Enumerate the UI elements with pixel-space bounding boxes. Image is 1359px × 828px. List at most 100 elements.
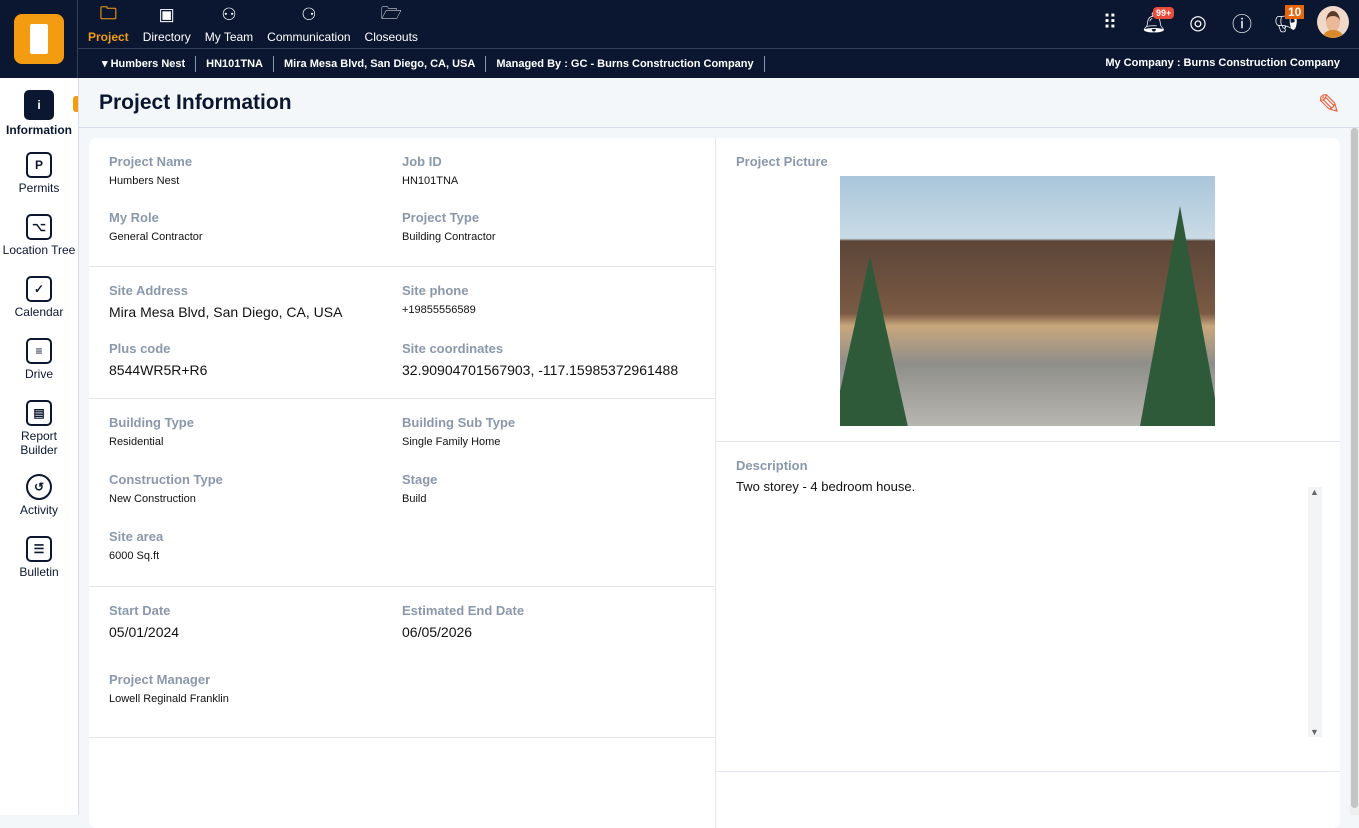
value: +19855556589 [402,304,476,316]
scroll-down-icon[interactable]: ▼ [1310,727,1319,737]
nav-label: Closeouts [364,30,418,44]
value: Single Family Home [402,436,501,448]
label: Building Type [109,415,194,430]
nav-communication[interactable]: ⚆ Communication [267,4,350,44]
tree-shape [1140,206,1215,426]
sidebar-item-label: Information [6,123,72,137]
nav-my-team[interactable]: ⚇ My Team [205,4,253,44]
section-schedule: Start Date 05/01/2024 Estimated End Date 0… [89,587,715,738]
help-icon[interactable]: ⓘ [1229,9,1255,36]
sidebar-item-label: Permits [18,181,60,195]
folder-check-icon: 🗁 [380,3,402,23]
sidebar-item-information[interactable]: i Information [0,78,78,140]
chatbot-icon[interactable]: ◎ [1185,9,1211,35]
sidebar-item-drive[interactable]: ≡ Drive [0,326,78,388]
project-picture-section: Project Picture [716,138,1340,442]
edit-pencil-icon[interactable]: ✎ [1318,88,1341,121]
top-bar: 🗀 Project ▣ Directory ⚇ My Team ⚆ Communicat… [0,0,1359,78]
project-picture[interactable] [840,176,1215,426]
project-selector[interactable]: ▾ Humbers Nest [100,56,197,72]
sidebar-item-calendar[interactable]: ✓ Calendar [0,264,78,326]
history-icon: ↺ [26,474,52,500]
field-plus-code: Plus code 8544WR5R+R6 [109,341,402,383]
breadcrumb-managed-by: Managed By : GC - Burns Construction Com… [486,56,765,72]
app-logo[interactable] [0,0,78,78]
nav-closeouts[interactable]: 🗁 Closeouts [364,3,418,45]
label: Site area [109,529,164,544]
description-text[interactable]: Two storey - 4 bedroom house. [736,479,1320,494]
label: Building Sub Type [402,415,516,430]
nav-project[interactable]: 🗀 Project [88,3,129,45]
main-nav: 🗀 Project ▣ Directory ⚇ My Team ⚆ Communicat… [88,3,418,45]
field-project-name: Project Name Humbers Nest [109,154,402,194]
label: Site phone [402,283,469,298]
sidebar-item-location-tree[interactable]: ⌥ Location Tree [0,202,78,264]
location-tree-icon: ⌥ [26,214,52,240]
field-site-coordinates: Site coordinates 32.90904701567903, -117.… [402,341,695,383]
permit-icon: P [26,152,52,178]
notification-badge: 99+ [1153,7,1175,19]
report-icon: ▤ [26,400,52,426]
label: Site Address [109,283,188,298]
value: General Contractor [109,231,203,243]
field-my-role: My Role General Contractor [109,210,402,250]
my-company: My Company : Burns Construction Company [1105,57,1340,69]
breadcrumb-job-id: HN101TNA [196,56,275,72]
value: Build [402,493,427,505]
sidebar-item-report-builder[interactable]: ▤ Report Builder [0,388,78,462]
scroll-up-icon[interactable]: ▲ [1310,487,1319,497]
divider [78,48,1359,49]
description-section: Description Two storey - 4 bedroom house… [716,442,1340,772]
section-building: Building Type Residential Building Sub Ty… [89,399,715,587]
field-building-type: Building Type Residential [109,415,402,456]
sidebar-item-activity[interactable]: ↺ Activity [0,462,78,524]
value: 06/05/2026 [402,624,473,640]
field-job-id: Job ID HN101TNA [402,154,695,194]
field-project-type: Project Type Building Contractor [402,210,695,250]
info-icon: i [24,90,54,120]
label: Stage [402,472,438,487]
avatar[interactable] [1317,6,1349,38]
value: Mira Mesa Blvd, San Diego, CA, USA [109,304,343,320]
label: My Role [109,210,159,225]
nav-label: Communication [267,30,351,44]
breadcrumb-address: Mira Mesa Blvd, San Diego, CA, USA [274,56,487,72]
scrollbar-thumb[interactable] [1351,128,1358,808]
field-project-manager: Project Manager Lowell Reginald Franklin [109,672,402,721]
field-building-sub-type: Building Sub Type Single Family Home [402,415,695,456]
sidebar-item-label: Bulletin [19,565,59,579]
building-logo-icon [13,14,64,64]
tree-shape [840,256,910,426]
value: 6000 Sq.ft [109,550,160,562]
document-icon: ≡ [26,338,52,364]
sidebar-item-bulletin[interactable]: ☰ Bulletin [0,524,78,586]
field-site-address: Site Address Mira Mesa Blvd, San Diego, C… [109,283,402,325]
communication-icon: ⚆ [301,5,317,24]
announcement-badge: 10 [1285,5,1305,19]
field-site-area: Site area 6000 Sq.ft [109,529,402,570]
sidebar-item-label: Report Builder [20,429,58,457]
nav-label: Project [88,30,129,44]
section-basic: Project Name Humbers Nest Job ID HN101TNA … [89,138,715,267]
nav-directory[interactable]: ▣ Directory [143,4,191,44]
field-stage: Stage Build [402,472,695,513]
megaphone-icon[interactable]: 📢︎ 10 [1273,5,1305,35]
sidebar: i Information P Permits ⌥ Location Tree ✓ Ca… [0,78,79,815]
label: Estimated End Date [402,603,525,618]
apps-grid-icon[interactable]: ⠿ [1097,9,1123,35]
label: Project Picture [736,154,828,169]
folder-icon: 🗀 [99,3,117,23]
label: Job ID [402,154,442,169]
sidebar-item-permits[interactable]: P Permits [0,140,78,202]
value: Lowell Reginald Franklin [109,693,229,705]
label: Site coordinates [402,340,504,356]
nav-label: Directory [142,30,191,44]
bell-icon[interactable]: 🔔︎ 99+ [1141,7,1175,35]
description-scrollbar[interactable]: ▲ ▼ [1308,487,1322,737]
label: Plus code [109,340,171,356]
breadcrumb: ▾ Humbers Nest HN101TNA Mira Mesa Blvd, … [100,50,765,78]
section-site: Site Address Mira Mesa Blvd, San Diego, C… [89,267,715,399]
page-scrollbar[interactable] [1350,128,1359,815]
contacts-icon: ▣ [158,5,175,24]
value: New Construction [109,493,196,505]
